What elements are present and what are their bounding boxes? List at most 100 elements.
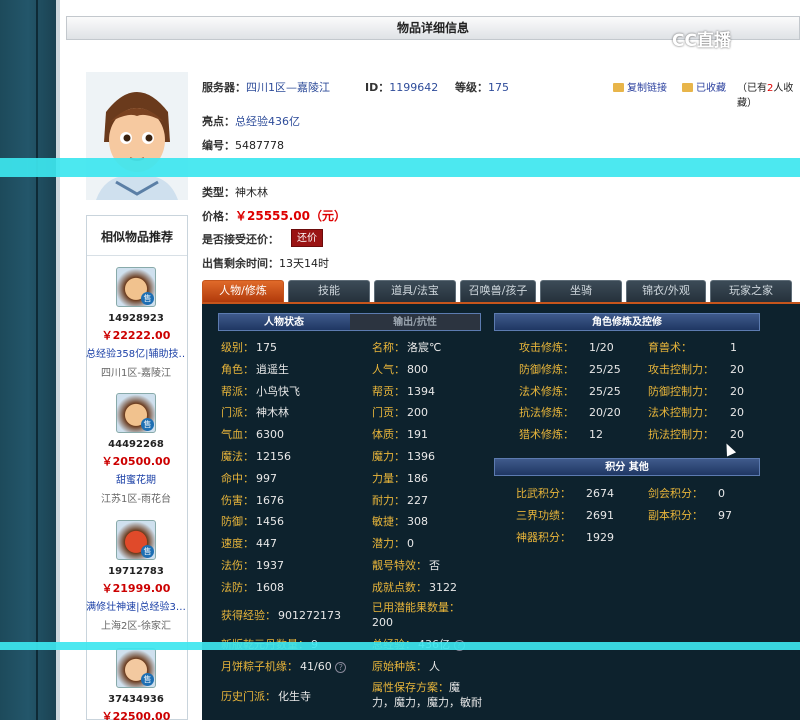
stat-right: 门贡： 200 [372,404,428,420]
tab-skills[interactable]: 技能 [288,280,370,302]
stat-right-value: 800 [407,362,428,376]
stat-right: 成就点数： 3122 [372,579,457,595]
cultivation-header: 角色修炼及控修 [494,313,760,331]
recommended-item-avatar[interactable]: 售 [116,520,156,560]
moon-stat-label: 月饼粽子机缘： [221,660,298,673]
level-info: 等级：175 [455,79,509,95]
cultivation-stat-value: 12 [589,428,603,442]
recommended-item[interactable]: 售 19712783 ￥21999.00 满修壮神速|总经验3… 上海2区-徐家汇 [86,520,186,632]
control-stat-value: 20 [730,384,744,398]
points-stat-right-label: 副本积分： [648,508,703,522]
time-label: 出售剩余时间： [202,257,279,270]
server-label: 服务器： [202,81,246,94]
copy-link-button[interactable]: 复制链接 [613,79,667,94]
favorite-icon [682,83,693,92]
stat-left: 帮派： 小鸟快飞 [221,383,300,399]
cultivation-stat-value: 1/20 [589,341,614,354]
stat-right-value: 200 [407,406,428,420]
sold-badge-icon: 售 [141,673,154,686]
control-stat: 防御控制力： 20 [648,383,744,399]
moon-stat-value: 41/60 [300,660,332,673]
exp-stat-value: 901272173 [278,609,341,622]
potential-stat: 已用潜能果数量： 200 [372,600,460,630]
recommended-item-avatar[interactable]: 售 [116,648,156,688]
price-value: ￥25555.00（元） [235,209,347,223]
recommended-item-price: ￥21999.00 [101,582,171,595]
stat-left-label: 门派： [221,406,254,420]
bargain-label: 是否接受还价： [202,233,279,246]
control-stat-value: 1 [730,341,737,354]
stat-left: 防御： 1456 [221,513,284,529]
stat-right: 帮贡： 1394 [372,383,435,399]
tab-mounts[interactable]: 坐骑 [540,280,622,302]
recommended-item-server: 上海2区-徐家汇 [101,621,171,632]
tab-items[interactable]: 道具/法宝 [374,280,456,302]
left-nav-bar [0,0,56,720]
subtab-output[interactable]: 输出/抗性 [350,314,480,330]
stat-right-label: 帮贡： [372,384,405,398]
stat-right-value: 否 [429,559,440,572]
stat-left-value: 1937 [256,559,284,572]
recommended-item-avatar[interactable]: 售 [116,393,156,433]
stat-left: 伤害： 1676 [221,492,284,508]
type-value: 神木林 [235,186,268,199]
control-stat-value: 20 [730,406,744,420]
stat-left-label: 伤害： [221,493,254,507]
recommended-item[interactable]: 售 37434936 ￥22500.00 [86,648,186,720]
stat-left-value: 175 [256,341,277,354]
stat-left: 级别： 175 [221,339,277,355]
stat-right-label: 耐力： [372,493,405,507]
recommended-item-id: 44492268 [108,439,164,450]
type-info: 类型：神木林 [202,184,268,200]
stat-right-value: 191 [407,428,428,442]
stat-left: 命中： 997 [221,470,277,486]
recommended-item-id: 14928923 [108,313,164,324]
tab-outfits[interactable]: 锦衣/外观 [626,280,706,302]
points-stat: 神器积分： 1929 [516,529,614,545]
history-stat: 历史门派： 化生寺 [221,688,311,704]
attr-plan-value-cont: 力，魔力，魔力，敏耐 [372,696,482,709]
cultivation-stat-label: 攻击修炼： [519,341,574,354]
help-icon[interactable]: ? [335,662,347,673]
points-stat: 三界功绩： 2691 [516,507,614,523]
cultivation-stat-value: 25/25 [589,362,621,376]
recommended-item[interactable]: 售 14928923 ￥22222.00 总经验358亿|辅助技… 四川1区-嘉陵江 [86,267,186,379]
nav-divider [36,0,38,720]
stat-right-label: 力量： [372,471,405,485]
control-stat-label: 抗法控制力： [648,428,714,442]
tab-pets[interactable]: 召唤兽/孩子 [460,280,536,302]
server-value: 四川1区—嘉陵江 [246,81,330,94]
favorite-button[interactable]: 已收藏 [682,79,726,94]
stat-right-label: 体质： [372,428,405,442]
cultivation-stat-label: 法术修炼： [519,384,574,398]
stat-right-value: 186 [407,471,428,485]
id-info: ID：1199642 [365,79,438,95]
stat-left-value: 997 [256,471,277,485]
id-label: ID： [365,81,390,94]
recommended-item-avatar[interactable]: 售 [116,267,156,307]
serial-info: 编号：5487778 [202,137,284,153]
race-stat-label: 原始种族： [372,660,427,673]
bargain-button[interactable]: 还价 [291,229,323,247]
stat-left-value: 神木林 [256,406,289,420]
stat-right: 魔力： 1396 [372,448,435,464]
recommended-item[interactable]: 售 44492268 ￥20500.00 甜蜜花期 江苏1区-雨花台 [86,393,186,505]
stat-right-value: 1396 [407,450,435,463]
stat-left: 法防： 1608 [221,579,284,595]
cultivation-stat: 法术修炼： 25/25 [519,383,621,399]
points-stat-right-label: 剑会积分： [648,487,703,500]
recommended-item-name[interactable]: 满修壮神速|总经验3… [86,598,186,613]
recommended-item-id: 37434936 [108,694,164,705]
favorite-count-text: （已有2人收藏） [737,79,800,109]
tab-home[interactable]: 玩家之家 [710,280,792,302]
recommended-item-name[interactable]: 总经验358亿|辅助技… [86,345,186,360]
subtab-status[interactable]: 人物状态 [219,314,349,331]
tab-character[interactable]: 人物/修炼 [202,280,284,302]
attr-plan-label: 属性保存方案： [372,681,449,694]
race-stat: 原始种族：人 [372,658,440,674]
recommended-item-name[interactable]: 甜蜜花期 [86,471,186,486]
stat-left-label: 气血： [221,428,254,442]
sold-badge-icon: 售 [141,292,154,305]
highlight-value: 总经验436亿 [235,115,300,128]
recommended-item-server: 四川1区-嘉陵江 [101,368,171,379]
